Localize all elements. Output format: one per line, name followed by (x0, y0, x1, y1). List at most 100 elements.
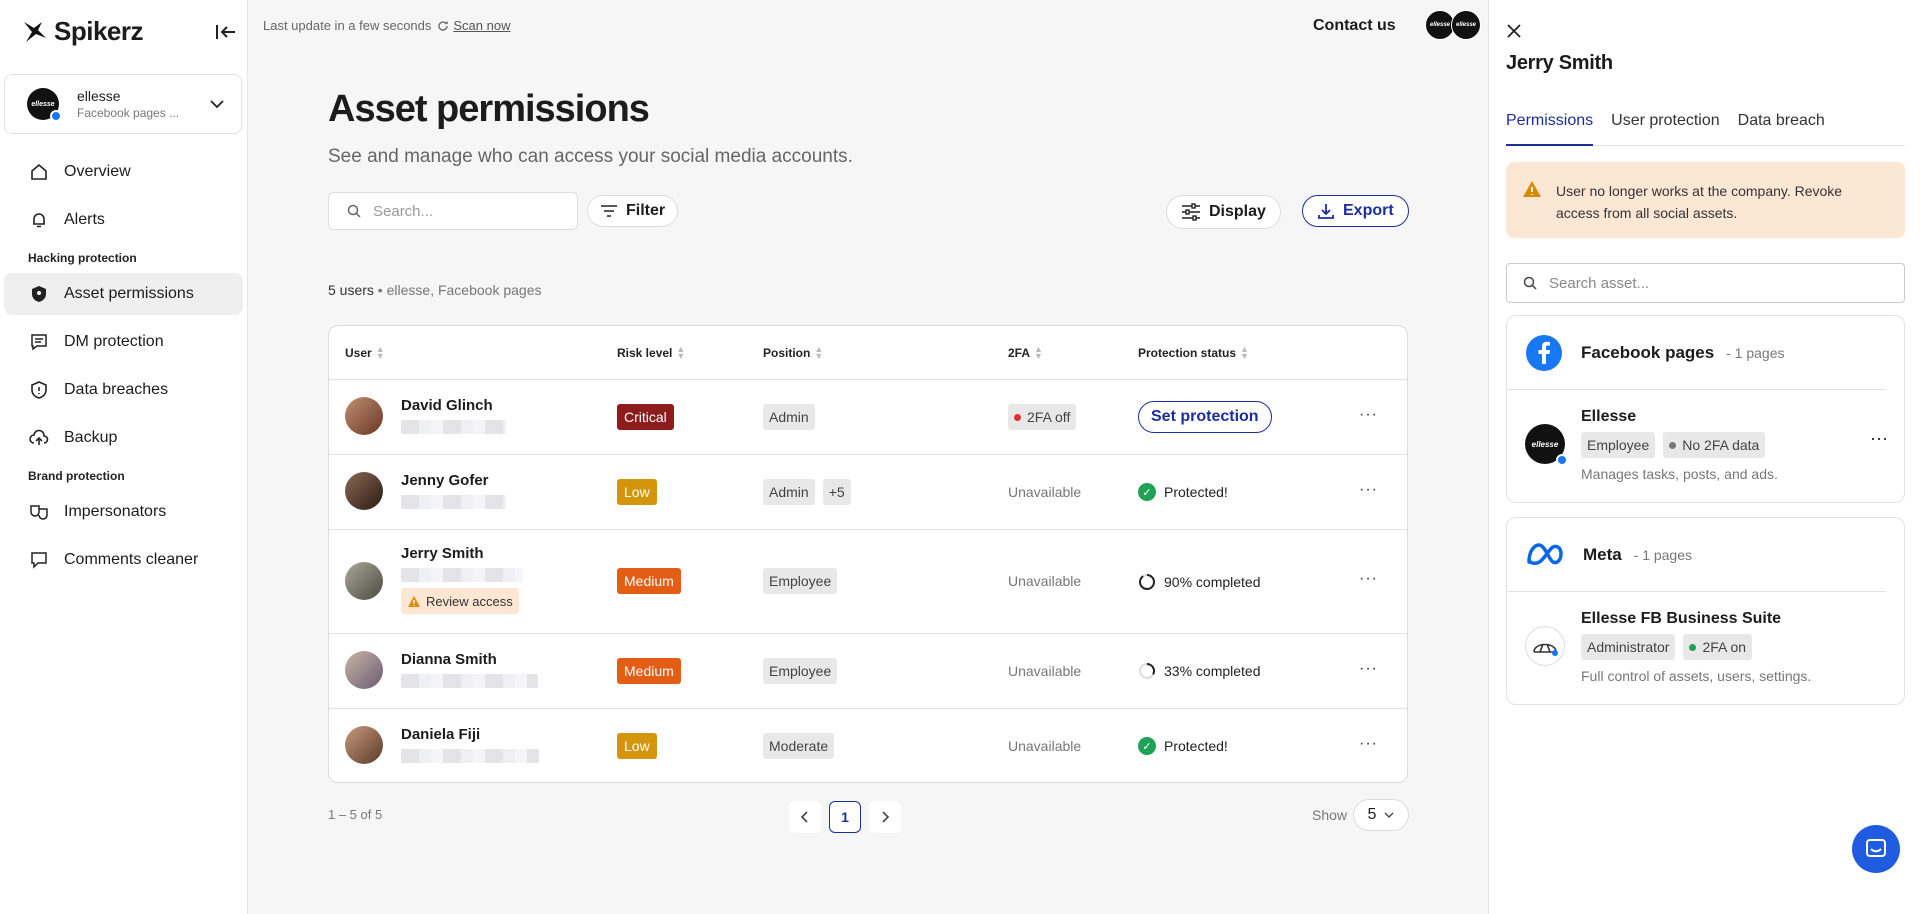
prev-page-button[interactable] (789, 801, 821, 833)
sort-icon: ▲ ▼ (375, 343, 385, 361)
chat-support-button[interactable] (1852, 825, 1900, 873)
table-row[interactable]: David Glinch Critical Admin 2FA off Set … (329, 380, 1407, 455)
blurred-email (401, 674, 538, 688)
asset-name: Ellesse (1581, 408, 1637, 425)
refresh-icon (438, 20, 449, 31)
asset-item[interactable]: Ellesse FB Business Suite Administrator … (1507, 592, 1904, 702)
export-button[interactable]: Export (1302, 195, 1409, 227)
nav-comments-cleaner[interactable]: Comments cleaner (4, 539, 243, 581)
spikerz-logo-icon (24, 21, 46, 42)
user-avatar (345, 397, 383, 435)
page-subtitle: See and manage who can access your socia… (328, 146, 853, 167)
account-avatars[interactable]: ellesse ellesse (1425, 10, 1481, 40)
app-logo[interactable]: Spikerz (22, 16, 144, 47)
search-placeholder: Search... (373, 202, 434, 220)
facebook-icon (1526, 334, 1562, 371)
review-access-badge[interactable]: Review access (401, 588, 519, 614)
header-risk-label: Risk level (617, 345, 673, 360)
scan-now-link[interactable]: Scan now (437, 18, 510, 33)
2fa-status: Unavailable (1008, 484, 1082, 500)
row-more-button[interactable]: ··· (1359, 481, 1378, 499)
nav-dm-protection[interactable]: DM protection (4, 321, 243, 363)
page-title: Asset permissions (328, 88, 650, 130)
asset-description: Manages tasks, posts, and ads. (1581, 466, 1778, 482)
nav-backup[interactable]: Backup (4, 417, 243, 459)
asset-name: Ellesse FB Business Suite (1581, 610, 1782, 627)
user-avatar (345, 726, 383, 764)
table-row[interactable]: Daniela Fiji Low Moderate Unavailable ✓ P… (329, 709, 1407, 782)
nav-asset-permissions[interactable]: Asset permissions (4, 273, 243, 315)
display-button[interactable]: Display (1166, 195, 1281, 229)
collapse-sidebar-button[interactable] (214, 20, 238, 44)
chevron-left-icon (801, 811, 808, 823)
panel-tabs: Permissions User protection Data breach (1506, 112, 1905, 146)
permissions-table: User ▲ ▼ Risk level ▲ ▼ Position ▲ ▼ 2FA ▲ ▼ Pro… (328, 325, 1408, 783)
summary-count: 5 users (328, 282, 374, 298)
facebook-badge-icon (50, 110, 62, 122)
position-tag: Moderate (763, 733, 835, 759)
protection-status-text: Protected! (1164, 484, 1228, 500)
risk-badge: Medium (617, 658, 681, 684)
summary-scope: ellesse, Facebook pages (386, 282, 542, 298)
row-more-button[interactable]: ··· (1359, 735, 1378, 753)
nav-overview[interactable]: Overview (4, 151, 243, 193)
page-size-select[interactable]: 5 (1353, 799, 1409, 831)
main-content: Last update in a few seconds Scan now Co… (249, 0, 1488, 914)
blurred-email (401, 749, 539, 763)
header-2fa[interactable]: 2FA ▲ ▼ (1008, 343, 1043, 361)
warning-banner: User no longer works at the company. Rev… (1506, 162, 1905, 238)
table-row[interactable]: Dianna Smith Medium Employee Unavailable… (329, 634, 1407, 709)
search-input[interactable]: Search... (328, 192, 578, 230)
asset-item[interactable]: ellesse Ellesse Employee No 2FA data Man… (1507, 390, 1904, 500)
asset-group-header[interactable]: Facebook pages - 1 pages (1507, 316, 1886, 390)
user-name: Jerry Smith (401, 545, 484, 562)
role-tag: Employee (1581, 432, 1656, 458)
tab-permissions[interactable]: Permissions (1506, 112, 1594, 146)
header-position[interactable]: Position ▲ ▼ (763, 344, 823, 360)
header-risk[interactable]: Risk level ▲ ▼ (617, 344, 685, 360)
business-suite-icon (1533, 643, 1558, 656)
facebook-badge-icon (1556, 454, 1568, 466)
position-tag: Employee (763, 568, 838, 594)
download-icon (1318, 204, 1334, 219)
user-avatar (345, 651, 383, 689)
close-icon (1507, 24, 1521, 38)
business-suite-avatar (1525, 626, 1565, 666)
asset-search-input[interactable]: Search asset... (1506, 263, 1905, 303)
row-more-button[interactable]: ··· (1359, 660, 1378, 678)
review-access-label: Review access (426, 593, 513, 609)
next-page-button[interactable] (869, 801, 901, 833)
filter-button[interactable]: Filter (587, 195, 679, 227)
tab-user-protection[interactable]: User protection (1611, 112, 1720, 146)
nav-section-hacking: Hacking protection (28, 251, 137, 265)
header-protection[interactable]: Protection status ▲ ▼ (1138, 344, 1249, 360)
2fa-tag-label: No 2FA data (1682, 437, 1760, 453)
account-switcher[interactable]: ellesse ellesse Facebook pages ... (4, 74, 242, 134)
row-more-button[interactable]: ··· (1359, 570, 1378, 588)
page-1-button[interactable]: 1 (829, 801, 861, 833)
header-user[interactable]: User ▲ ▼ (345, 343, 385, 361)
sliders-icon (1182, 203, 1200, 221)
filter-label: Filter (626, 202, 666, 219)
table-row[interactable]: Jenny Gofer Low Admin +5 Unavailable ✓ Pr… (329, 455, 1407, 530)
2fa-status: Unavailable (1008, 573, 1082, 589)
set-protection-button[interactable]: Set protection (1138, 401, 1272, 433)
nav-data-breaches[interactable]: Data breaches (4, 369, 243, 411)
user-avatar (345, 472, 383, 510)
asset-more-button[interactable]: ··· (1870, 428, 1888, 449)
table-row[interactable]: Jerry Smith Review access Medium Employe… (329, 530, 1407, 634)
tab-data-breach[interactable]: Data breach (1738, 112, 1825, 146)
sort-icon: ▲ ▼ (1034, 343, 1043, 361)
position-tag: Admin (763, 404, 815, 430)
shield-user-icon (32, 286, 46, 302)
row-more-button[interactable]: ··· (1359, 406, 1378, 424)
warning-icon (1523, 181, 1541, 197)
nav-alerts[interactable]: Alerts (4, 199, 243, 241)
asset-group-count: 1 pages (1734, 344, 1785, 361)
asset-group-header[interactable]: Meta - 1 pages (1507, 518, 1886, 592)
more-positions-tag[interactable]: +5 (822, 479, 851, 505)
nav-impersonators[interactable]: Impersonators (4, 491, 243, 533)
2fa-status: 2FA off (1027, 409, 1071, 425)
close-panel-button[interactable] (1506, 22, 1526, 42)
contact-us-link[interactable]: Contact us (1313, 17, 1396, 35)
